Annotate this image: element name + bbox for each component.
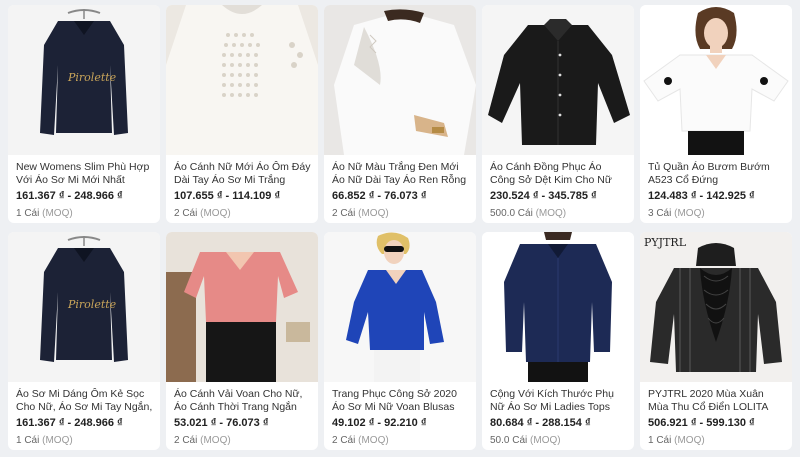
white-lace-blouse-image bbox=[324, 5, 476, 155]
product-image[interactable] bbox=[640, 5, 792, 155]
product-image[interactable]: Pirolette bbox=[8, 232, 160, 382]
product-moq: 2 Cái (MOQ) bbox=[332, 435, 389, 446]
print-text: Pirolette bbox=[67, 298, 117, 311]
product-title[interactable]: Áo Sơ Mi Dáng Ôm Kẻ Sọc Cho Nữ, Áo Sơ Mi… bbox=[16, 388, 154, 414]
product-title[interactable]: Tủ Quần Áo Bươm Bướm A523 Cổ Đứng bbox=[648, 161, 786, 187]
product-moq: 2 Cái (MOQ) bbox=[174, 435, 231, 446]
moq-qty: 1 Cái bbox=[16, 208, 40, 219]
product-image[interactable] bbox=[482, 5, 634, 155]
product-price: 161.367 ₫ - 248.966 ₫ bbox=[16, 190, 123, 202]
product-card[interactable]: Áo Cánh Nữ Mới Áo Ôm Đáy Dài Tay Áo Sơ M… bbox=[166, 5, 318, 223]
product-price: 49.102 ₫ - 92.210 ₫ bbox=[332, 417, 427, 429]
product-moq: 1 Cái (MOQ) bbox=[648, 435, 705, 446]
print-text: Pirolette bbox=[67, 71, 117, 84]
product-moq: 1 Cái (MOQ) bbox=[16, 435, 73, 446]
product-title[interactable]: Áo Cánh Vải Voan Cho Nữ, Áo Cánh Thời Tr… bbox=[174, 388, 312, 414]
navy-blouse-image: Pirolette bbox=[8, 232, 160, 382]
product-price: 53.021 ₫ - 76.073 ₫ bbox=[174, 417, 269, 429]
black-ruffle-blouse-image: PYJTRL bbox=[640, 232, 792, 382]
moq-qty: 2 Cái bbox=[332, 208, 356, 219]
product-card[interactable]: Trang Phục Công Sở 2020 Áo Sơ Mi Nữ Voan… bbox=[324, 232, 476, 450]
product-card[interactable]: Tủ Quần Áo Bươm Bướm A523 Cổ Đứng 124.48… bbox=[640, 5, 792, 223]
product-image[interactable]: PYJTRL bbox=[640, 232, 792, 382]
product-price: 66.852 ₫ - 76.073 ₫ bbox=[332, 190, 427, 202]
brand-watermark: PYJTRL bbox=[644, 236, 687, 249]
product-title[interactable]: Áo Cánh Đồng Phục Áo Công Sở Dệt Kim Cho… bbox=[490, 161, 628, 187]
product-card[interactable]: Áo Cánh Đồng Phục Áo Công Sở Dệt Kim Cho… bbox=[482, 5, 634, 223]
moq-label: (MOQ) bbox=[42, 208, 73, 219]
product-card[interactable]: Áo Cánh Vải Voan Cho Nữ, Áo Cánh Thời Tr… bbox=[166, 232, 318, 450]
product-moq: 500.0 Cái (MOQ) bbox=[490, 208, 566, 219]
moq-label: (MOQ) bbox=[358, 435, 389, 446]
moq-label: (MOQ) bbox=[358, 208, 389, 219]
navy-plus-size-shirt-image bbox=[482, 232, 634, 382]
product-image[interactable]: Pirolette bbox=[8, 5, 160, 155]
moq-qty: 1 Cái bbox=[16, 435, 40, 446]
product-price: 230.524 ₫ - 345.785 ₫ bbox=[490, 190, 597, 202]
moq-label: (MOQ) bbox=[200, 435, 231, 446]
moq-label: (MOQ) bbox=[200, 208, 231, 219]
moq-label: (MOQ) bbox=[42, 435, 73, 446]
blue-shirt-model-image bbox=[324, 232, 476, 382]
moq-label: (MOQ) bbox=[535, 208, 567, 219]
model-white-top-image bbox=[640, 5, 792, 155]
product-price: 124.483 ₫ - 142.925 ₫ bbox=[648, 190, 755, 202]
product-card[interactable]: Pirolette Áo Sơ Mi Dáng Ôm Kẻ Sọc Cho Nữ… bbox=[8, 232, 160, 450]
product-price: 80.684 ₫ - 288.154 ₫ bbox=[490, 417, 591, 429]
product-card[interactable]: Pirolette New Womens Slim Phù Hợp Với Áo… bbox=[8, 5, 160, 223]
product-title[interactable]: New Womens Slim Phù Hợp Với Áo Sơ Mi Mới… bbox=[16, 161, 154, 187]
product-grid: Pirolette New Womens Slim Phù Hợp Với Áo… bbox=[0, 0, 800, 457]
product-moq: 2 Cái (MOQ) bbox=[174, 208, 231, 219]
moq-qty: 2 Cái bbox=[332, 435, 356, 446]
moq-qty: 50.0 Cái bbox=[490, 435, 528, 446]
product-image[interactable] bbox=[166, 5, 318, 155]
black-shirt-image bbox=[482, 5, 634, 155]
moq-qty: 2 Cái bbox=[174, 208, 198, 219]
moq-label: (MOQ) bbox=[674, 208, 705, 219]
product-moq: 3 Cái (MOQ) bbox=[648, 208, 705, 219]
moq-qty: 2 Cái bbox=[174, 435, 198, 446]
product-price: 107.655 ₫ - 114.109 ₫ bbox=[174, 190, 281, 202]
product-moq: 2 Cái (MOQ) bbox=[332, 208, 389, 219]
white-pearl-blouse-image bbox=[166, 5, 318, 155]
navy-blouse-image: Pirolette bbox=[8, 5, 160, 155]
product-image[interactable] bbox=[482, 232, 634, 382]
moq-label: (MOQ) bbox=[674, 435, 705, 446]
pink-shirt-model-image bbox=[166, 232, 318, 382]
product-title[interactable]: PYJTRL 2020 Mùa Xuân Mùa Thu Cổ Điển LOL… bbox=[648, 388, 786, 414]
product-image[interactable] bbox=[166, 232, 318, 382]
product-image[interactable] bbox=[324, 232, 476, 382]
product-price: 161.367 ₫ - 248.966 ₫ bbox=[16, 417, 123, 429]
moq-qty: 500.0 Cái bbox=[490, 208, 533, 219]
product-title[interactable]: Áo Nữ Màu Trắng Đen Mới Áo Nữ Dài Tay Áo… bbox=[332, 161, 470, 187]
product-title[interactable]: Trang Phục Công Sở 2020 Áo Sơ Mi Nữ Voan… bbox=[332, 388, 470, 414]
product-title[interactable]: Áo Cánh Nữ Mới Áo Ôm Đáy Dài Tay Áo Sơ M… bbox=[174, 161, 312, 187]
product-price: 506.921 ₫ - 599.130 ₫ bbox=[648, 417, 755, 429]
product-moq: 1 Cái (MOQ) bbox=[16, 208, 73, 219]
product-card[interactable]: Áo Nữ Màu Trắng Đen Mới Áo Nữ Dài Tay Áo… bbox=[324, 5, 476, 223]
product-image[interactable] bbox=[324, 5, 476, 155]
product-title[interactable]: Cộng Với Kích Thước Phụ Nữ Áo Sơ Mi Ladi… bbox=[490, 388, 628, 414]
product-moq: 50.0 Cái (MOQ) bbox=[490, 435, 561, 446]
moq-label: (MOQ) bbox=[530, 435, 561, 446]
product-card[interactable]: PYJTRL PYJTRL 2020 Mùa Xuân Mùa Thu Cổ Đ… bbox=[640, 232, 792, 450]
moq-qty: 3 Cái bbox=[648, 208, 672, 219]
product-card[interactable]: Cộng Với Kích Thước Phụ Nữ Áo Sơ Mi Ladi… bbox=[482, 232, 634, 450]
moq-qty: 1 Cái bbox=[648, 435, 672, 446]
